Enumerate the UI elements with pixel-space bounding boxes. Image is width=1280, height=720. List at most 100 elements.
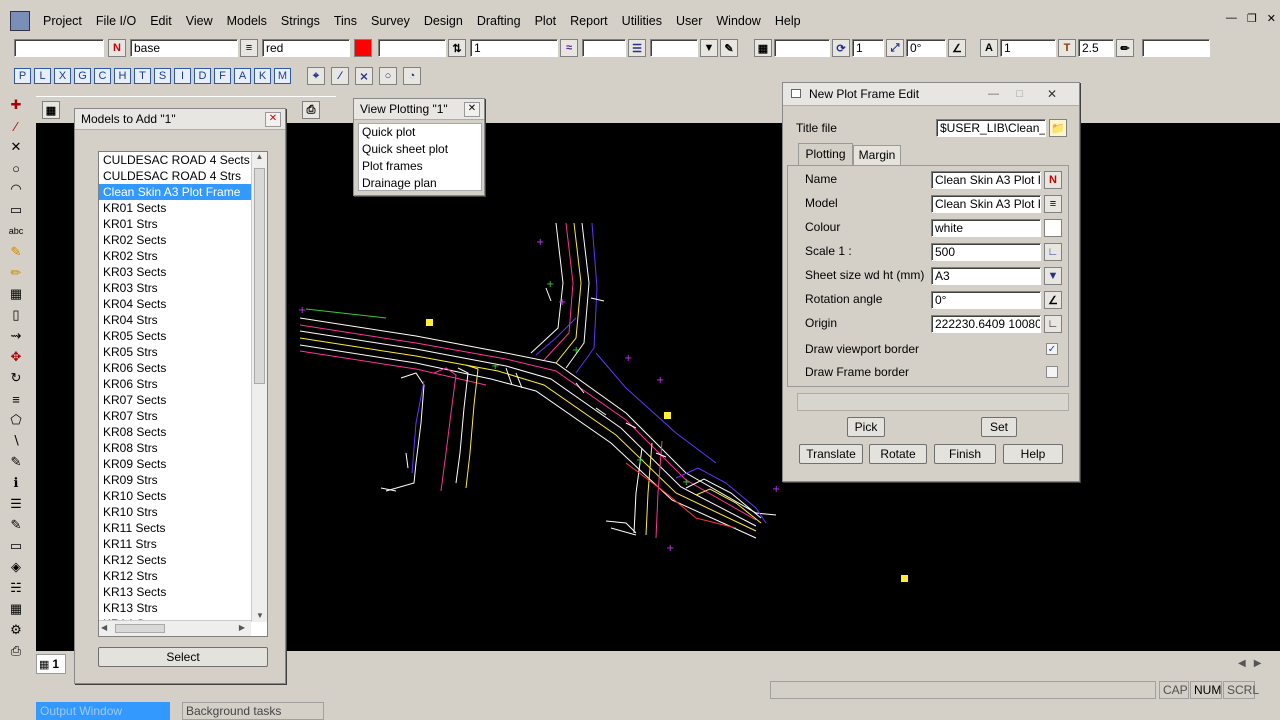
- style-field[interactable]: [378, 39, 446, 57]
- model-layers-icon[interactable]: ≡: [240, 39, 258, 57]
- origin-pick-icon[interactable]: ∟: [1044, 315, 1062, 333]
- model-list-item[interactable]: KR10 Sects: [99, 488, 251, 504]
- model-list-item[interactable]: Clean Skin A3 Plot Frame: [99, 184, 251, 200]
- folder-icon[interactable]: 📁: [1049, 119, 1067, 137]
- snap-p-button[interactable]: P: [14, 68, 31, 84]
- menu-view[interactable]: View: [179, 11, 220, 31]
- snap-crosshair-icon[interactable]: ⌖: [307, 67, 325, 85]
- name-field[interactable]: Clean Skin A3 Plot F: [931, 171, 1041, 189]
- model-field[interactable]: base: [130, 39, 238, 57]
- menu-plot-frames[interactable]: Plot frames: [359, 158, 481, 175]
- close-icon[interactable]: ✕: [464, 102, 480, 117]
- scale-pick-icon[interactable]: ∟: [1044, 243, 1062, 261]
- menu-drafting[interactable]: Drafting: [470, 11, 528, 31]
- hatch-icon[interactable]: ▦: [7, 600, 25, 618]
- snap-t-button[interactable]: T: [134, 68, 151, 84]
- model-list-item[interactable]: KR05 Sects: [99, 328, 251, 344]
- model-list-item[interactable]: KR13 Sects: [99, 584, 251, 600]
- info-icon[interactable]: ℹ: [7, 474, 25, 492]
- model-list-item[interactable]: KR08 Sects: [99, 424, 251, 440]
- model-list-item[interactable]: KR11 Strs: [99, 536, 251, 552]
- menu-quick-sheet-plot[interactable]: Quick sheet plot: [359, 141, 481, 158]
- thickness-icon[interactable]: ☰: [628, 39, 646, 57]
- style-icon[interactable]: ⇅: [448, 39, 466, 57]
- snap-c-button[interactable]: C: [94, 68, 111, 84]
- models-horizontal-scrollbar[interactable]: ◀ ▶: [99, 620, 251, 636]
- scroll-left-icon[interactable]: ◀: [101, 623, 107, 632]
- line-style-icon[interactable]: ≈: [560, 39, 578, 57]
- text-size-field[interactable]: 1: [1000, 39, 1056, 57]
- name-n-icon[interactable]: N: [1044, 171, 1062, 189]
- translate-button[interactable]: Translate: [799, 444, 863, 464]
- snap-a-button[interactable]: A: [234, 68, 251, 84]
- snap-k-button[interactable]: K: [254, 68, 271, 84]
- menu-user[interactable]: User: [669, 11, 709, 31]
- close-icon[interactable]: ✕: [265, 112, 281, 127]
- close-icon[interactable]: ✕: [1267, 12, 1276, 25]
- select-button[interactable]: Select: [98, 647, 268, 667]
- name-field[interactable]: [14, 39, 104, 57]
- chevron-down-icon[interactable]: ▼: [1044, 267, 1062, 285]
- symbol-field[interactable]: [774, 39, 830, 57]
- draw-frame-border-checkbox[interactable]: [1046, 366, 1058, 378]
- angle-pick-icon[interactable]: ∠: [1044, 291, 1062, 309]
- rotate-icon[interactable]: ↻: [7, 369, 25, 387]
- polygon-icon[interactable]: ⬠: [7, 411, 25, 429]
- model-field[interactable]: Clean Skin A3 Plot F: [931, 195, 1041, 213]
- snap-g-button[interactable]: G: [74, 68, 91, 84]
- output-window-tab[interactable]: Output Window: [36, 702, 170, 720]
- rectangle-icon[interactable]: ▭: [7, 201, 25, 219]
- model-list-item[interactable]: KR03 Strs: [99, 280, 251, 296]
- ruler-icon[interactable]: ✏: [1116, 39, 1134, 57]
- sheet-size-field[interactable]: A3: [931, 267, 1041, 285]
- menu-utilities[interactable]: Utilities: [615, 11, 669, 31]
- finish-button[interactable]: Finish: [934, 444, 996, 464]
- query-icon[interactable]: ▦: [7, 285, 25, 303]
- hscroll-thumb[interactable]: [115, 624, 165, 633]
- pen-icon[interactable]: ✎: [720, 39, 738, 57]
- model-list-item[interactable]: KR09 Strs: [99, 472, 251, 488]
- snap-circle-icon[interactable]: ○: [379, 67, 397, 85]
- menu-models[interactable]: Models: [220, 11, 274, 31]
- menu-plot[interactable]: Plot: [528, 11, 564, 31]
- scale-field[interactable]: 500: [931, 243, 1041, 261]
- view-tab[interactable]: ▦ 1: [36, 654, 66, 674]
- models-vertical-scrollbar[interactable]: ▲ ▼: [251, 152, 267, 622]
- menu-strings[interactable]: Strings: [274, 11, 327, 31]
- menu-project[interactable]: Project: [36, 11, 89, 31]
- pick-button[interactable]: Pick: [847, 417, 885, 437]
- settings-icon[interactable]: ⚙: [7, 621, 25, 639]
- colour-field[interactable]: white: [931, 219, 1041, 237]
- symbol-icon[interactable]: ▦: [754, 39, 772, 57]
- paint-icon[interactable]: ✎: [7, 516, 25, 534]
- thickness-field[interactable]: [582, 39, 626, 57]
- models-list[interactable]: CULDESAC ROAD 4 Sects CULDESAC ROAD 4 Str…: [98, 151, 268, 637]
- extra-field[interactable]: [1142, 39, 1210, 57]
- snap-h-button[interactable]: H: [114, 68, 131, 84]
- scroll-up-icon[interactable]: ▲: [252, 152, 267, 161]
- tab-margin[interactable]: Margin: [853, 145, 901, 165]
- text-height-field[interactable]: 2.5: [1078, 39, 1114, 57]
- count-field[interactable]: 1: [852, 39, 884, 57]
- angle-icon[interactable]: ∠: [948, 39, 966, 57]
- network-icon[interactable]: ☵: [7, 579, 25, 597]
- menu-drainage-plan[interactable]: Drainage plan: [359, 175, 481, 192]
- model-list-item[interactable]: KR01 Sects: [99, 200, 251, 216]
- model-list-item[interactable]: KR02 Sects: [99, 232, 251, 248]
- title-file-field[interactable]: $USER_LIB\Clean_Sk: [936, 119, 1046, 137]
- origin-field[interactable]: 222230.6409 1008052: [931, 315, 1041, 333]
- background-tasks-tab[interactable]: Background tasks: [182, 702, 324, 720]
- model-list-item[interactable]: KR01 Strs: [99, 216, 251, 232]
- model-list-item[interactable]: KR12 Strs: [99, 568, 251, 584]
- menu-design[interactable]: Design: [417, 11, 470, 31]
- name-n-icon[interactable]: N: [108, 39, 126, 57]
- menu-tins[interactable]: Tins: [327, 11, 364, 31]
- colour-swatch[interactable]: [1044, 219, 1062, 237]
- model-list-item[interactable]: KR13 Strs: [99, 600, 251, 616]
- rotate-button[interactable]: Rotate: [869, 444, 927, 464]
- colour-field[interactable]: red: [262, 39, 350, 57]
- text-icon[interactable]: T: [1058, 39, 1076, 57]
- circle-icon[interactable]: ○: [7, 159, 25, 177]
- model-list-item[interactable]: KR08 Strs: [99, 440, 251, 456]
- model-list-item[interactable]: KR06 Strs: [99, 376, 251, 392]
